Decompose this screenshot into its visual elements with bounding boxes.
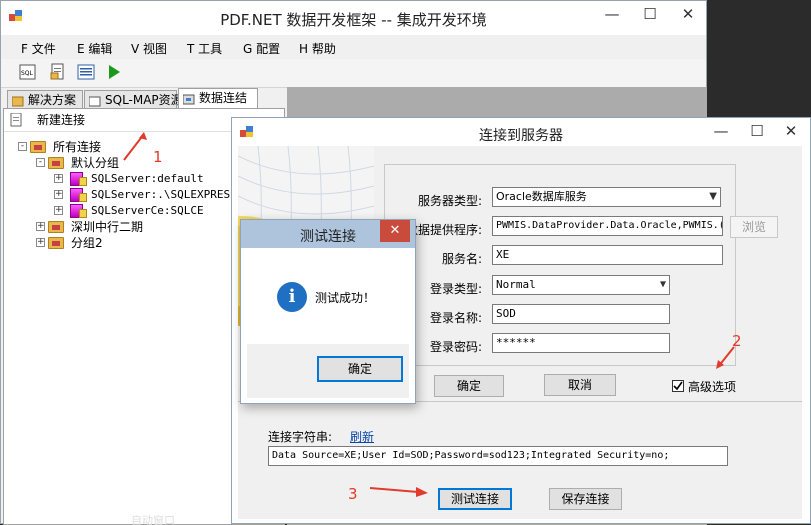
svg-text:SQL: SQL [21, 70, 34, 77]
main-title-bar: PDF.NET 数据开发框架 -- 集成开发环境 — ☐ ✕ [1, 1, 706, 35]
login-type-select[interactable]: Normal ▼ [492, 275, 670, 295]
refresh-link[interactable]: 刷新 [350, 428, 374, 445]
login-type-value: Normal [496, 278, 536, 291]
folder-icon [30, 141, 46, 153]
test-ok-button[interactable]: 确定 [317, 356, 403, 382]
annotation-number-3: 3 [348, 485, 358, 503]
password-value: ****** [496, 336, 536, 349]
tree-node-label: 深圳中行二期 [71, 220, 144, 234]
database-icon [70, 172, 87, 186]
expand-icon[interactable]: + [54, 174, 63, 183]
close-icon[interactable]: ✕ [669, 1, 707, 27]
server-type-select[interactable]: Oracle数据库服务 ▼ [492, 187, 721, 207]
login-name-input[interactable]: SOD [492, 304, 670, 324]
menu-config[interactable]: G 配置 [243, 40, 280, 57]
new-connection-label: 新建连接 [37, 113, 86, 127]
expand-icon[interactable]: + [54, 206, 63, 215]
folder-icon [48, 157, 64, 169]
folder-icon [48, 237, 64, 249]
info-icon: i [277, 282, 307, 312]
tree-node-label: 分组2 [71, 236, 103, 250]
collapse-icon[interactable]: - [36, 158, 45, 167]
login-name-value: SOD [496, 307, 516, 320]
close-icon[interactable]: ✕ [772, 118, 810, 144]
tab-sqlmap-label: SQL-MAP资源 [105, 93, 183, 107]
tab-solution-label: 解决方案 [28, 93, 77, 107]
new-document-icon [10, 112, 22, 127]
menu-help[interactable]: H 帮助 [299, 40, 336, 57]
data-connection-icon [182, 92, 195, 105]
expand-icon[interactable]: + [36, 222, 45, 231]
server-type-label: 服务器类型: [417, 194, 482, 208]
connection-string-field[interactable]: Data Source=XE;User Id=SOD;Password=sod1… [268, 446, 728, 466]
annotation-number-1: 1 [153, 148, 163, 166]
minimize-icon[interactable]: — [702, 118, 740, 144]
tree-node-label: SQLServer:.\SQLEXPRESS [91, 188, 237, 201]
maximize-icon[interactable]: ☐ [631, 1, 669, 27]
database-icon [70, 204, 87, 218]
provider-value: PWMIS.DataProvider.Data.Oracle,PWMIS.( [496, 220, 723, 231]
tab-bar: 解决方案 SQL-MAP资源 数据连结 [1, 88, 285, 108]
database-icon [70, 188, 87, 202]
test-dialog-title-bar: 测试连接 ✕ [241, 220, 415, 248]
password-input[interactable]: ****** [492, 333, 670, 353]
tab-solution[interactable]: 解决方案 [7, 90, 83, 108]
menu-tools[interactable]: T 工具 [187, 40, 222, 57]
service-name-input[interactable]: XE [492, 245, 723, 265]
list-icon[interactable] [77, 63, 97, 81]
test-connection-dialog: 测试连接 ✕ i 测试成功！ 确定 [240, 219, 416, 404]
chevron-down-icon: ▼ [709, 191, 717, 202]
menu-file[interactable]: F 文件 [21, 40, 56, 57]
ok-button[interactable]: 确定 [434, 375, 504, 397]
connection-string-label: 连接字符串: [268, 430, 333, 444]
tree-node-label: 默认分组 [71, 156, 120, 170]
test-dialog-footer: 确定 [247, 344, 409, 398]
minimize-icon[interactable]: — [593, 1, 631, 27]
sqlmap-icon [88, 94, 101, 107]
provider-field[interactable]: PWMIS.DataProvider.Data.Oracle,PWMIS.( [492, 216, 723, 236]
test-connection-button[interactable]: 测试连接 [438, 488, 512, 510]
test-dialog-message: 测试成功！ [315, 291, 376, 305]
tree-node-label: SQLServer:default [91, 172, 204, 185]
connection-string-value: Data Source=XE;User Id=SOD;Password=sod1… [272, 450, 670, 461]
menu-edit[interactable]: E 编辑 [77, 40, 112, 57]
document-icon[interactable] [49, 63, 69, 81]
tab-data-connection-label: 数据连结 [199, 91, 248, 105]
menu-bar: F 文件 E 编辑 V 视图 T 工具 G 配置 H 帮助 [1, 35, 706, 59]
tab-sqlmap[interactable]: SQL-MAP资源 [84, 90, 183, 108]
new-connection-button[interactable]: 新建连接 [10, 112, 85, 128]
browse-button[interactable]: 浏览 [730, 216, 778, 238]
sql-icon[interactable]: SQL [19, 63, 39, 81]
chevron-down-icon: ▼ [659, 279, 666, 290]
save-connection-button[interactable]: 保存连接 [549, 488, 622, 510]
toolbar: SQL [1, 59, 706, 88]
annotation-arrow-3 [369, 487, 428, 497]
folder-icon [48, 221, 64, 233]
tab-data-connection[interactable]: 数据连结 [178, 88, 258, 108]
tree-node-label: SQLServerCe:SQLCE [91, 204, 204, 217]
expand-icon[interactable]: + [36, 238, 45, 247]
connect-dialog-title-bar: 连接到服务器 — ☐ ✕ [232, 118, 810, 146]
test-dialog-content: i 测试成功！ 确定 [247, 248, 409, 398]
cancel-button[interactable]: 取消 [544, 374, 616, 396]
connection-string-section: 连接字符串: 刷新 Data Source=XE;User Id=SOD;Pas… [238, 401, 802, 519]
maximize-icon[interactable]: ☐ [738, 118, 776, 144]
collapse-icon[interactable]: - [18, 142, 27, 151]
advanced-options-checkbox[interactable]: 高级选项 [672, 378, 762, 394]
checkbox-checked-icon [672, 380, 684, 392]
server-type-value: Oracle数据库服务 [496, 190, 587, 203]
service-name-value: XE [496, 248, 510, 261]
solution-icon [11, 94, 24, 107]
run-icon[interactable] [105, 63, 125, 81]
annotation-number-2: 2 [732, 332, 742, 350]
expand-icon[interactable]: + [54, 190, 63, 199]
menu-view[interactable]: V 视图 [131, 40, 167, 57]
advanced-options-label: 高级选项 [688, 380, 737, 394]
close-icon[interactable]: ✕ [380, 220, 410, 242]
tree-node-label: 所有连接 [53, 140, 102, 154]
